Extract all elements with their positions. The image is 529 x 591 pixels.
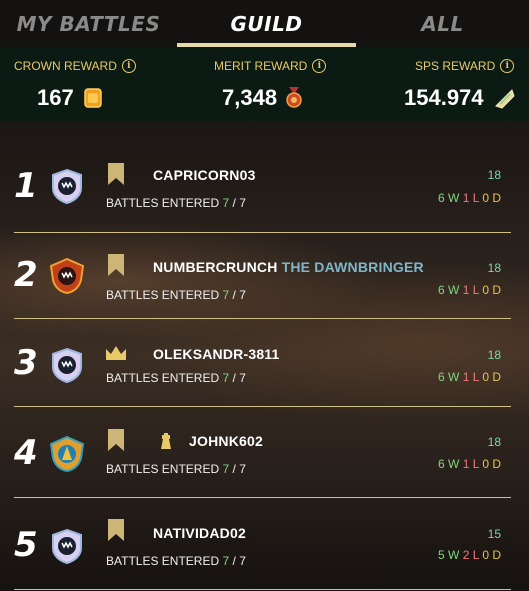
player-name[interactable]: JOHNK602 <box>189 433 263 449</box>
tab-my-battles[interactable]: MY BATTLES <box>0 0 177 47</box>
sps-reward: SPS REWARD i 154.974 <box>352 47 529 121</box>
battles-entered: BATTLES ENTERED 7 / 7 <box>106 554 246 568</box>
score-value: 18 <box>487 168 501 182</box>
rank-number: 3 <box>14 343 38 383</box>
crown-reward: CROWN REWARD i 167 <box>0 47 176 121</box>
tower-icon <box>161 433 171 449</box>
battles-entered: BATTLES ENTERED 7 / 7 <box>106 196 246 210</box>
win-loss-draw: 6 W 1 L 0 D <box>438 370 501 384</box>
rank-number: 1 <box>14 166 38 206</box>
score-value: 18 <box>487 348 501 362</box>
guild-emblem-icon <box>52 168 82 204</box>
crown-reward-value: 167 <box>37 85 74 110</box>
info-icon[interactable]: i <box>500 59 515 73</box>
leaderboard-row[interactable] <box>14 233 511 318</box>
crown-reward-label: CROWN REWARD <box>14 59 117 73</box>
guild-emblem-icon <box>52 347 82 383</box>
merit-reward: MERIT REWARD i 7,348 <box>176 47 352 121</box>
player-title: THE DAWNBRINGER <box>281 259 424 275</box>
guild-emblem-icon <box>50 258 84 294</box>
score-value: 18 <box>487 435 501 449</box>
guild-emblem-icon <box>52 528 82 564</box>
score-value: 18 <box>487 261 501 275</box>
win-loss-draw: 6 W 1 L 0 D <box>438 283 501 297</box>
tab-all[interactable]: ALL <box>356 0 529 47</box>
merit-reward-label: MERIT REWARD <box>214 59 308 73</box>
win-loss-draw: 5 W 2 L 0 D <box>438 548 501 562</box>
info-icon[interactable]: i <box>121 59 136 73</box>
tab-guild[interactable]: GUILD <box>177 0 356 47</box>
player-name[interactable]: OLEKSANDR-3811 <box>153 346 280 362</box>
score-value: 15 <box>487 527 501 541</box>
merit-medal-icon <box>286 87 302 108</box>
sps-token-icon <box>494 89 515 109</box>
battles-entered: BATTLES ENTERED 7 / 7 <box>106 371 246 385</box>
sps-reward-value: 154.974 <box>404 85 484 110</box>
player-name[interactable]: CAPRICORN03 <box>153 167 256 183</box>
guild-flag-icon <box>108 519 124 541</box>
crown-token-icon <box>83 88 102 108</box>
rank-number: 5 <box>14 525 38 565</box>
leaderboard-row[interactable] <box>14 498 511 591</box>
leaderboard-row[interactable] <box>14 150 511 232</box>
leaderboard-row[interactable] <box>14 319 511 406</box>
rank-number: 2 <box>14 255 38 295</box>
battles-entered: BATTLES ENTERED 7 / 7 <box>106 288 246 302</box>
battles-entered: BATTLES ENTERED 7 / 7 <box>106 462 246 476</box>
guild-emblem-icon <box>50 436 84 472</box>
player-name[interactable]: NUMBERCRUNCH THE DAWNBRINGER <box>153 259 424 275</box>
rewards-bar: CROWN REWARD i 167 MERIT REWARD i 7,348 <box>0 47 529 121</box>
tab-bar: MY BATTLES GUILD ALL <box>0 0 529 47</box>
guild-flag-icon <box>108 254 124 276</box>
row-divider <box>14 589 511 590</box>
crown-icon <box>106 346 126 360</box>
guild-flag-icon <box>108 163 124 185</box>
win-loss-draw: 6 W 1 L 0 D <box>438 191 501 205</box>
rank-number: 4 <box>14 433 38 473</box>
sps-reward-label: SPS REWARD <box>415 59 496 73</box>
leaderboard-row[interactable] <box>14 407 511 497</box>
guild-flag-icon <box>108 429 124 451</box>
merit-reward-value: 7,348 <box>222 85 278 110</box>
win-loss-draw: 6 W 1 L 0 D <box>438 457 501 471</box>
player-name[interactable]: NATIVIDAD02 <box>153 525 246 541</box>
info-icon[interactable]: i <box>312 59 327 73</box>
